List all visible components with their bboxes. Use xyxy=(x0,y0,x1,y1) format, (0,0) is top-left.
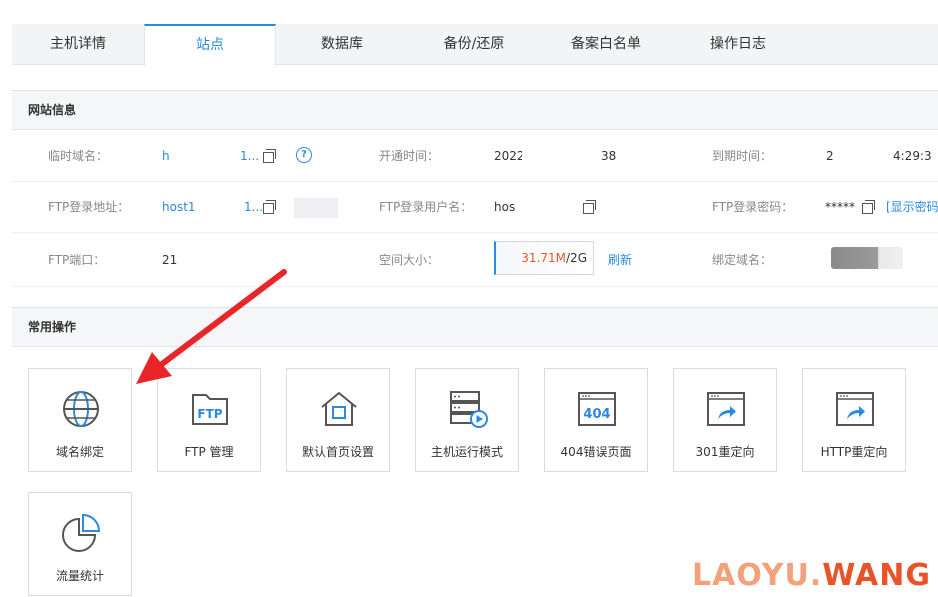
watermark-part1: LAOYU. xyxy=(692,558,823,593)
watermark-part2: WANG xyxy=(822,558,931,593)
watermark: LAOYU.WANG xyxy=(692,558,931,593)
annotation-arrow xyxy=(136,269,287,384)
